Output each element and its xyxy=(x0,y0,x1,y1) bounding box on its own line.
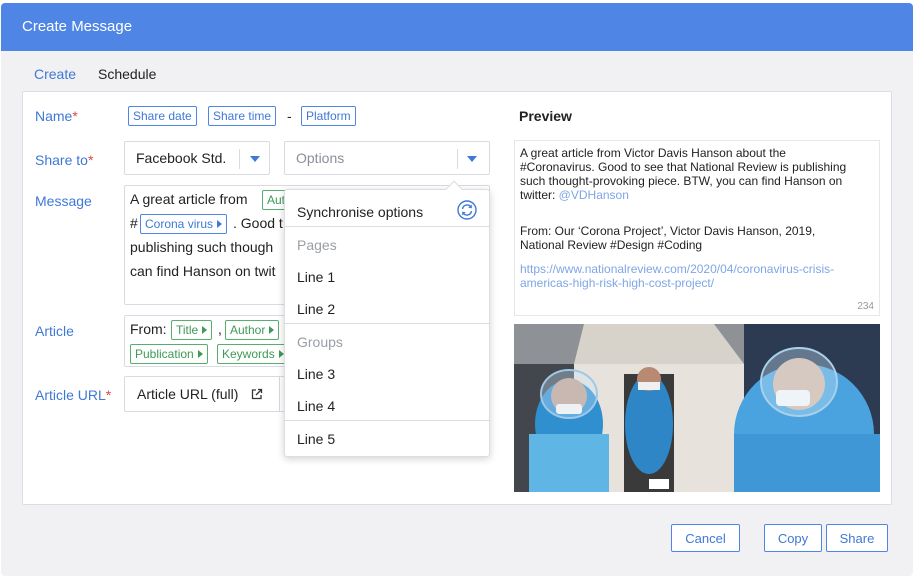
preview-image xyxy=(514,324,880,492)
tab-schedule[interactable]: Schedule xyxy=(98,66,156,82)
article-prefix: From: xyxy=(130,321,167,337)
dropdown-divider xyxy=(285,420,489,421)
tab-create[interactable]: Create xyxy=(34,66,76,82)
copy-button[interactable]: Copy xyxy=(764,524,822,552)
platform-select-value: Facebook Std. xyxy=(136,150,227,166)
message-label: Message xyxy=(35,193,92,209)
share-button[interactable]: Share xyxy=(826,524,888,552)
caret-right-icon xyxy=(197,350,203,358)
options-select-placeholder: Options xyxy=(296,150,345,166)
caret-right-icon xyxy=(217,220,223,228)
option-line-5[interactable]: Line 5 xyxy=(297,431,335,447)
preview-card: A great article from Victor Davis Hanson… xyxy=(514,140,880,316)
article-comma: , xyxy=(218,321,222,337)
chip-publication[interactable]: Publication xyxy=(130,344,208,364)
option-line-3[interactable]: Line 3 xyxy=(297,366,335,382)
article-url-divider xyxy=(279,377,280,411)
dropdown-divider xyxy=(285,226,489,227)
character-count: 234 xyxy=(857,301,874,312)
article-label: Article xyxy=(35,323,74,339)
article-photo-illustration xyxy=(514,324,880,492)
options-select-divider xyxy=(457,149,458,169)
message-line-4: can find Hanson on twit xyxy=(130,263,276,279)
chip-share-time[interactable]: Share time xyxy=(208,106,277,126)
message-line-1: A great article from xyxy=(130,191,248,207)
tab-bar: Create Schedule xyxy=(1,51,913,91)
option-line-2[interactable]: Line 2 xyxy=(297,301,335,317)
cancel-button[interactable]: Cancel xyxy=(671,524,740,552)
name-separator: - xyxy=(287,108,292,124)
caret-right-icon xyxy=(202,326,208,334)
preview-text: A great article from Victor Davis Hanson… xyxy=(520,146,847,202)
article-url-label: Article URL* xyxy=(35,387,112,403)
chip-corona-virus[interactable]: Corona virus xyxy=(140,214,228,234)
external-link-icon xyxy=(251,388,263,400)
chevron-down-icon xyxy=(250,156,260,162)
message-line-3: publishing such though xyxy=(130,239,274,255)
dialog-header: Create Message xyxy=(1,3,913,51)
preview-title: Preview xyxy=(519,108,572,124)
chip-keywords[interactable]: Keywords xyxy=(217,344,289,364)
caret-right-icon xyxy=(278,350,284,358)
group-header-groups: Groups xyxy=(297,334,343,350)
chip-share-date[interactable]: Share date xyxy=(128,106,197,126)
synchronise-options-item[interactable]: Synchronise options xyxy=(297,204,423,220)
platform-select-divider xyxy=(239,149,240,169)
group-header-pages: Pages xyxy=(297,237,337,253)
options-select[interactable]: Options xyxy=(284,141,490,175)
dialog-title: Create Message xyxy=(22,18,133,35)
chip-platform[interactable]: Platform xyxy=(301,106,356,126)
article-url-value: Article URL (full) xyxy=(137,386,239,402)
message-hash: # xyxy=(130,215,138,231)
message-line-2-text: . Good t xyxy=(233,215,283,231)
chevron-down-icon xyxy=(467,156,477,162)
chip-author[interactable]: Author xyxy=(225,320,280,340)
option-line-1[interactable]: Line 1 xyxy=(297,269,335,285)
mention-link[interactable]: @VDHanson xyxy=(559,188,629,202)
platform-select[interactable]: Facebook Std. xyxy=(124,141,270,175)
preview-from: From: Our ‘Corona Project’, Victor Davis… xyxy=(520,224,816,252)
option-line-4[interactable]: Line 4 xyxy=(297,398,335,414)
caret-right-icon xyxy=(269,326,275,334)
share-to-label: Share to* xyxy=(35,152,94,168)
dropdown-divider xyxy=(285,323,489,324)
name-label: Name* xyxy=(35,108,78,124)
preview-url-link[interactable]: https://www.nationalreview.com/2020/04/c… xyxy=(520,262,876,290)
create-message-dialog: Create Message Create Schedule Name* Sha… xyxy=(1,3,913,576)
chip-title[interactable]: Title xyxy=(171,320,213,340)
options-dropdown: Synchronise options Pages Line 1 Line 2 … xyxy=(284,180,490,457)
sync-icon[interactable] xyxy=(457,200,477,220)
